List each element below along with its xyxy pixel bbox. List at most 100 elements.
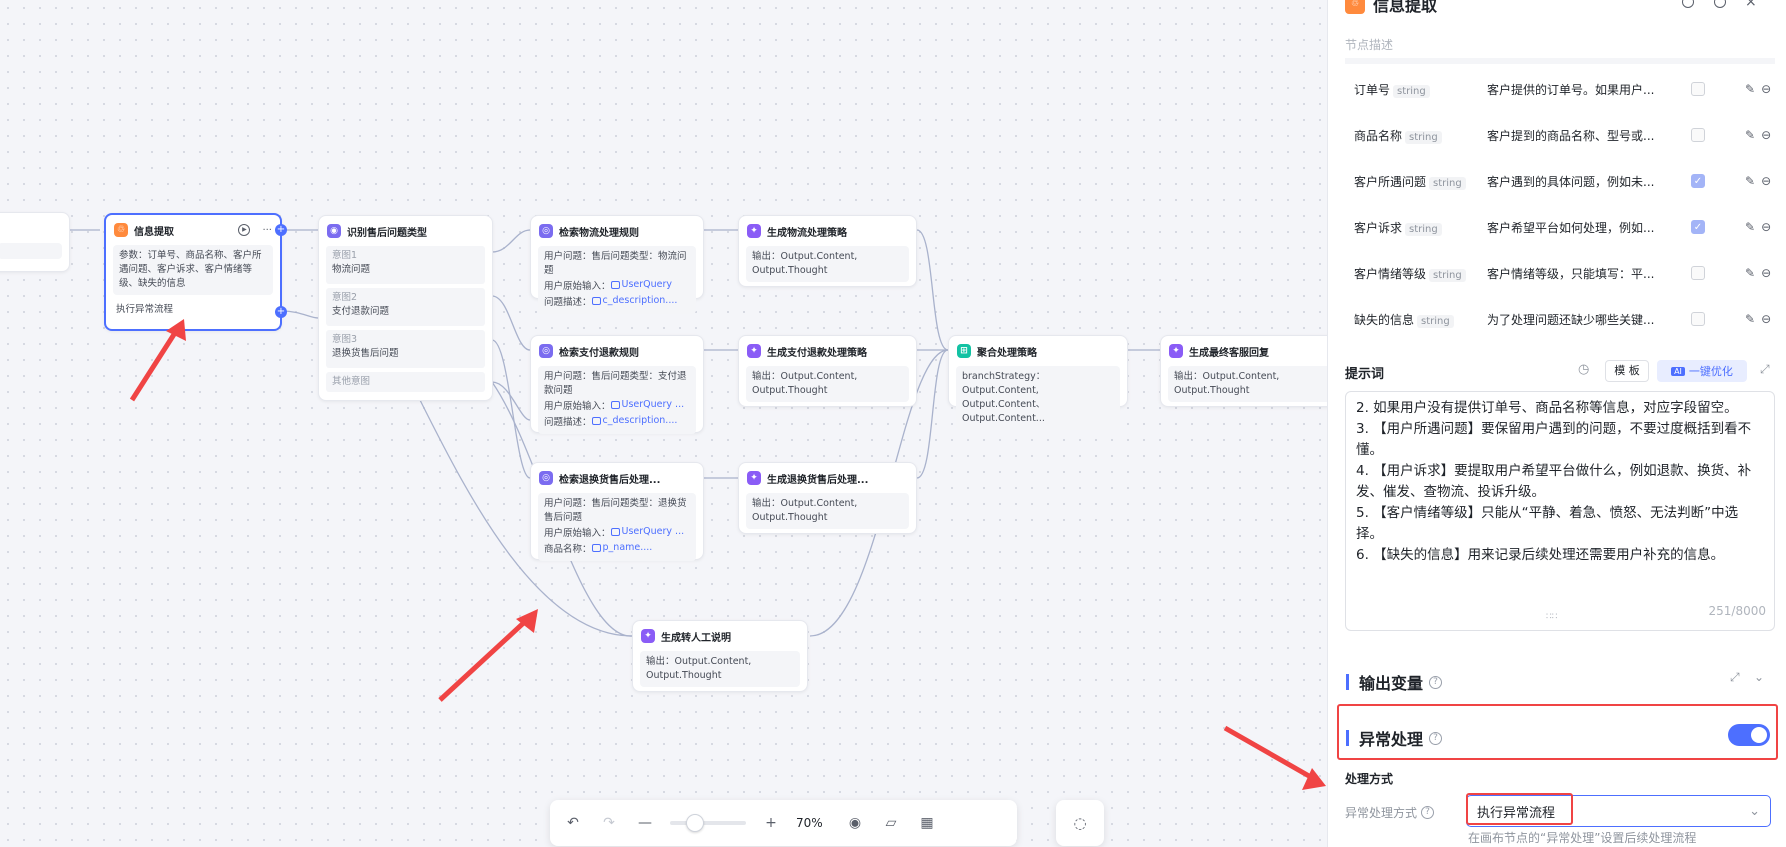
- param-row: 缺失的信息 string 为了处理问题还缺少哪些关键... ✎ ⊖: [1354, 312, 1772, 328]
- node-classify[interactable]: ◉ 识别售后问题类型 意图1 物流问题 意图2 支付退款问题 意图3 退换货售后问题 …: [318, 215, 493, 401]
- node-output: branchStrategy：Output.Content, Output.Co…: [956, 366, 1120, 430]
- node-output: 输出：Output.Content, Output.Thought: [746, 246, 909, 282]
- node-body: 用户问题：售后问题类型：支付退款问题 用户原始输入： UserQuery ... …: [538, 366, 696, 434]
- intent-icon: ◉: [327, 224, 341, 238]
- edit-icon[interactable]: ✎: [1745, 312, 1755, 326]
- node-kb-return[interactable]: ◎ 检索退换货售后处理... 用户问题：售后问题类型：退换货售后问题 用户原始输入…: [530, 462, 704, 561]
- node-title: 识别售后问题类型: [347, 227, 427, 239]
- prompt-char-count: 251/8000: [1708, 604, 1767, 618]
- node-title: 生成物流处理策略: [767, 227, 847, 239]
- remove-icon[interactable]: ⊖: [1761, 220, 1771, 234]
- workflow-canvas[interactable]: ♲ 信息提取 ▶ ··· 参数：订单号、商品名称、客户所遇问题、客户诉求、客户情…: [0, 0, 1327, 847]
- extract-icon: ♲: [1345, 0, 1365, 14]
- grid-icon[interactable]: ▦: [916, 815, 938, 831]
- knowledge-icon: ◎: [539, 224, 553, 238]
- node-gen-return[interactable]: ✦ 生成退换货售后处理... 输出：Output.Content, Output.…: [738, 462, 917, 534]
- exception-port[interactable]: +: [275, 306, 287, 318]
- undo-icon[interactable]: ↶: [562, 815, 584, 831]
- node-kb-refund[interactable]: ◎ 检索支付退款规则 用户问题：售后问题类型：支付退款问题 用户原始输入： User…: [530, 335, 704, 434]
- annotation-box: [1337, 704, 1778, 760]
- param-row: 客户诉求 string 客户希望平台如何处理，例如... ✓ ✎ ⊖: [1354, 220, 1772, 236]
- node-title: 生成支付退款处理策略: [767, 347, 867, 359]
- node-final-reply[interactable]: ✦ 生成最终客服回复 输出：Output.Content, Output.Thou…: [1160, 335, 1327, 407]
- llm-icon: ✦: [641, 629, 655, 643]
- node-gen-human[interactable]: ✦ 生成转人工说明 输出：Output.Content, Output.Thoug…: [632, 620, 808, 692]
- required-checkbox[interactable]: [1691, 266, 1705, 280]
- node-aggregate[interactable]: ⊞ 聚合处理策略 branchStrategy：Output.Content, O…: [948, 335, 1128, 430]
- llm-icon: ✦: [1169, 344, 1183, 358]
- output-port[interactable]: +: [275, 224, 287, 236]
- handle-mode-label: 处理方式: [1345, 772, 1394, 786]
- node-body: 用户问题：售后问题类型：退换货售后问题 用户原始输入： UserQuery ...…: [538, 493, 696, 561]
- zoom-slider[interactable]: [670, 814, 746, 832]
- annotation-box: [1466, 793, 1573, 825]
- ai-badge: AI: [1671, 366, 1685, 376]
- node-title: 检索支付退款规则: [559, 347, 639, 359]
- param-row: 客户所遇问题 string 客户遇到的具体问题，例如未... ✓ ✎ ⊖: [1354, 174, 1772, 190]
- run-icon[interactable]: [1682, 0, 1694, 8]
- close-icon[interactable]: ×: [1745, 0, 1757, 10]
- zoom-level: 70%: [796, 816, 823, 830]
- llm-icon: ✦: [747, 224, 761, 238]
- node-title: 生成退换货售后处理...: [767, 474, 869, 486]
- bulb-icon[interactable]: ◌: [1056, 800, 1104, 846]
- redo-icon[interactable]: ↷: [598, 815, 620, 831]
- prompt-editor[interactable]: 2. 如果用户没有提供订单号、商品名称等信息，对应字段留空。 3. 【用户所遇问…: [1345, 391, 1775, 631]
- remove-icon[interactable]: ⊖: [1761, 82, 1771, 96]
- edit-icon[interactable]: ✎: [1745, 266, 1755, 280]
- remove-icon[interactable]: ⊖: [1761, 266, 1771, 280]
- run-icon[interactable]: ▶: [238, 224, 251, 236]
- param-row: 订单号 string 客户提供的订单号。如果用户... ✎ ⊖: [1354, 82, 1772, 98]
- prev-node[interactable]: [0, 212, 70, 272]
- node-description-input[interactable]: 节点描述: [1345, 36, 1393, 53]
- intent-item: 其他意图: [326, 372, 485, 392]
- output-section-header[interactable]: 输出变量?: [1346, 670, 1443, 694]
- edit-icon[interactable]: ✎: [1745, 220, 1755, 234]
- history-icon[interactable]: ◷: [1578, 362, 1589, 377]
- expand-icon[interactable]: ⤢: [1730, 670, 1740, 685]
- resize-handle-icon[interactable]: ∷∷: [1546, 607, 1557, 628]
- help-icon[interactable]: [1714, 0, 1726, 8]
- node-title: 生成转人工说明: [661, 632, 731, 644]
- node-kb-logistics[interactable]: ◎ 检索物流处理规则 用户问题：售后问题类型：物流问题 用户原始输入： UserQu…: [530, 215, 704, 314]
- note-icon[interactable]: ▱: [880, 815, 902, 831]
- eye-icon[interactable]: ◉: [844, 815, 866, 831]
- zoom-out-icon[interactable]: —: [634, 815, 656, 831]
- required-checkbox[interactable]: [1691, 128, 1705, 142]
- node-output: 输出：Output.Content, Output.Thought: [1168, 366, 1327, 402]
- chevron-down-icon[interactable]: ⌄: [1754, 670, 1764, 684]
- prompt-label: 提示词: [1345, 367, 1385, 382]
- node-info-extract[interactable]: ♲ 信息提取 ▶ ··· 参数：订单号、商品名称、客户所遇问题、客户诉求、客户情…: [104, 213, 287, 331]
- llm-icon: ✦: [747, 344, 761, 358]
- edit-icon[interactable]: ✎: [1745, 128, 1755, 142]
- intent-item: 意图3 退换货售后问题: [326, 330, 485, 368]
- optimize-button[interactable]: AI 一键优化: [1657, 360, 1747, 382]
- required-checkbox[interactable]: [1691, 82, 1705, 96]
- node-gen-logistics[interactable]: ✦ 生成物流处理策略 输出：Output.Content, Output.Thou…: [738, 215, 917, 287]
- edit-icon[interactable]: ✎: [1745, 82, 1755, 96]
- handle-field-label: 异常处理方式?: [1345, 804, 1435, 821]
- required-checkbox[interactable]: ✓: [1691, 174, 1705, 188]
- zoom-in-icon[interactable]: +: [760, 815, 782, 831]
- expand-icon[interactable]: ⤢: [1760, 362, 1770, 377]
- knowledge-icon: ◎: [539, 471, 553, 485]
- template-button[interactable]: 模 板: [1605, 360, 1649, 382]
- param-row: 商品名称 string 客户提到的商品名称、型号或... ✎ ⊖: [1354, 128, 1772, 144]
- remove-icon[interactable]: ⊖: [1761, 312, 1771, 326]
- required-checkbox[interactable]: ✓: [1691, 220, 1705, 234]
- divider: [1345, 58, 1775, 64]
- edit-icon[interactable]: ✎: [1745, 174, 1755, 188]
- node-gen-refund[interactable]: ✦ 生成支付退款处理策略 输出：Output.Content, Output.Th…: [738, 335, 917, 407]
- remove-icon[interactable]: ⊖: [1761, 174, 1771, 188]
- node-title: 检索物流处理规则: [559, 227, 639, 239]
- canvas-toolbar: ↶ ↷ — + 70% ◉ ▱ ▦: [550, 800, 1017, 846]
- help-icon: ?: [1421, 806, 1435, 819]
- node-title: 信息提取: [134, 226, 174, 238]
- extract-icon: ♲: [114, 223, 128, 237]
- more-icon[interactable]: ···: [262, 225, 272, 236]
- node-body: 用户问题：售后问题类型：物流问题 用户原始输入： UserQuery 问题描述： c…: [538, 246, 696, 314]
- intent-item: 意图2 支付退款问题: [326, 288, 485, 326]
- exception-branch-label: 执行异常流程: [116, 304, 174, 315]
- remove-icon[interactable]: ⊖: [1761, 128, 1771, 142]
- required-checkbox[interactable]: [1691, 312, 1705, 326]
